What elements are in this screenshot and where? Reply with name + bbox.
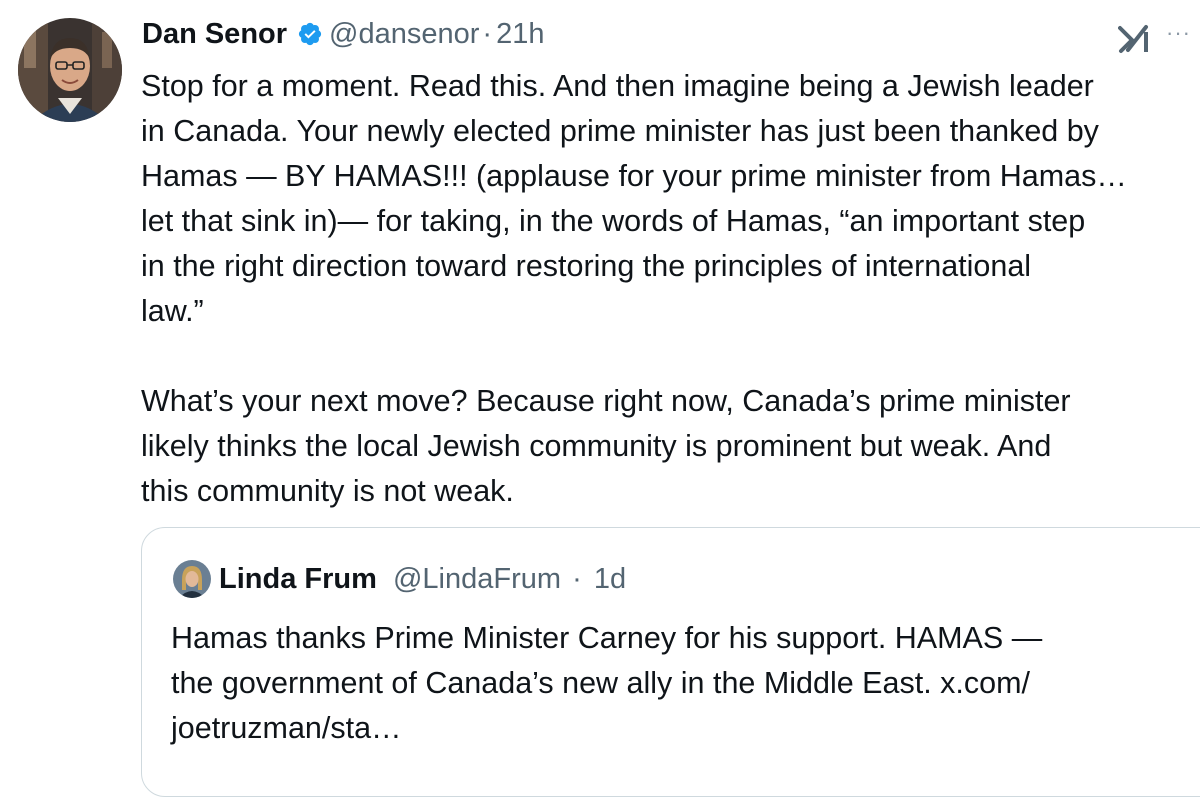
tweet-line: Stop for a moment. Read this. And then i… [141, 69, 1094, 103]
tweet-header: Dan Senor @dansenor · 21h [142, 14, 544, 54]
avatar[interactable] [18, 18, 122, 122]
tweet-text: Stop for a moment. Read this. And then i… [141, 64, 1197, 514]
quoted-line[interactable]: the government of Canada’s new ally in t… [171, 661, 1042, 706]
quoted-line[interactable]: joetruzman/sta… [171, 706, 1042, 751]
quoted-text: Hamas thanks Prime Minister Carney for h… [171, 616, 1042, 751]
verified-badge-icon [297, 21, 323, 47]
quoted-tweet[interactable]: Linda Frum @LindaFrum · 1d Hamas thanks … [141, 527, 1200, 797]
quoted-timestamp[interactable]: 1d [594, 563, 626, 595]
tweet-line: let that sink in)— for taking, in the wo… [141, 204, 1086, 238]
quoted-line: Hamas thanks Prime Minister Carney for h… [171, 621, 1043, 655]
tweet-line: in Canada. Your newly elected prime mini… [141, 114, 1099, 148]
quoted-header: Linda Frum @LindaFrum · 1d [219, 559, 626, 599]
tweet-line: law.” [141, 294, 204, 328]
quoted-author-handle[interactable]: @LindaFrum [393, 563, 561, 595]
tweet-line: this community is not weak. [141, 474, 514, 508]
more-icon[interactable]: ··· [1166, 20, 1191, 46]
tweet-line: Hamas — BY HAMAS!!! (applause for your p… [141, 159, 1127, 193]
tweet-line: likely thinks the local Jewish community… [141, 429, 1052, 463]
timestamp[interactable]: 21h [496, 14, 544, 54]
author-name[interactable]: Dan Senor [142, 14, 287, 54]
quoted-author-name[interactable]: Linda Frum [219, 563, 377, 595]
author-handle[interactable]: @dansenor [329, 14, 479, 54]
tweet-line: What’s your next move? Because right now… [141, 384, 1071, 418]
separator-dot: · [572, 563, 582, 595]
quoted-avatar[interactable] [173, 560, 211, 598]
tweet-line: in the right direction toward restoring … [141, 249, 1032, 283]
separator-dot: · [482, 18, 493, 50]
grok-icon[interactable] [1118, 24, 1152, 54]
